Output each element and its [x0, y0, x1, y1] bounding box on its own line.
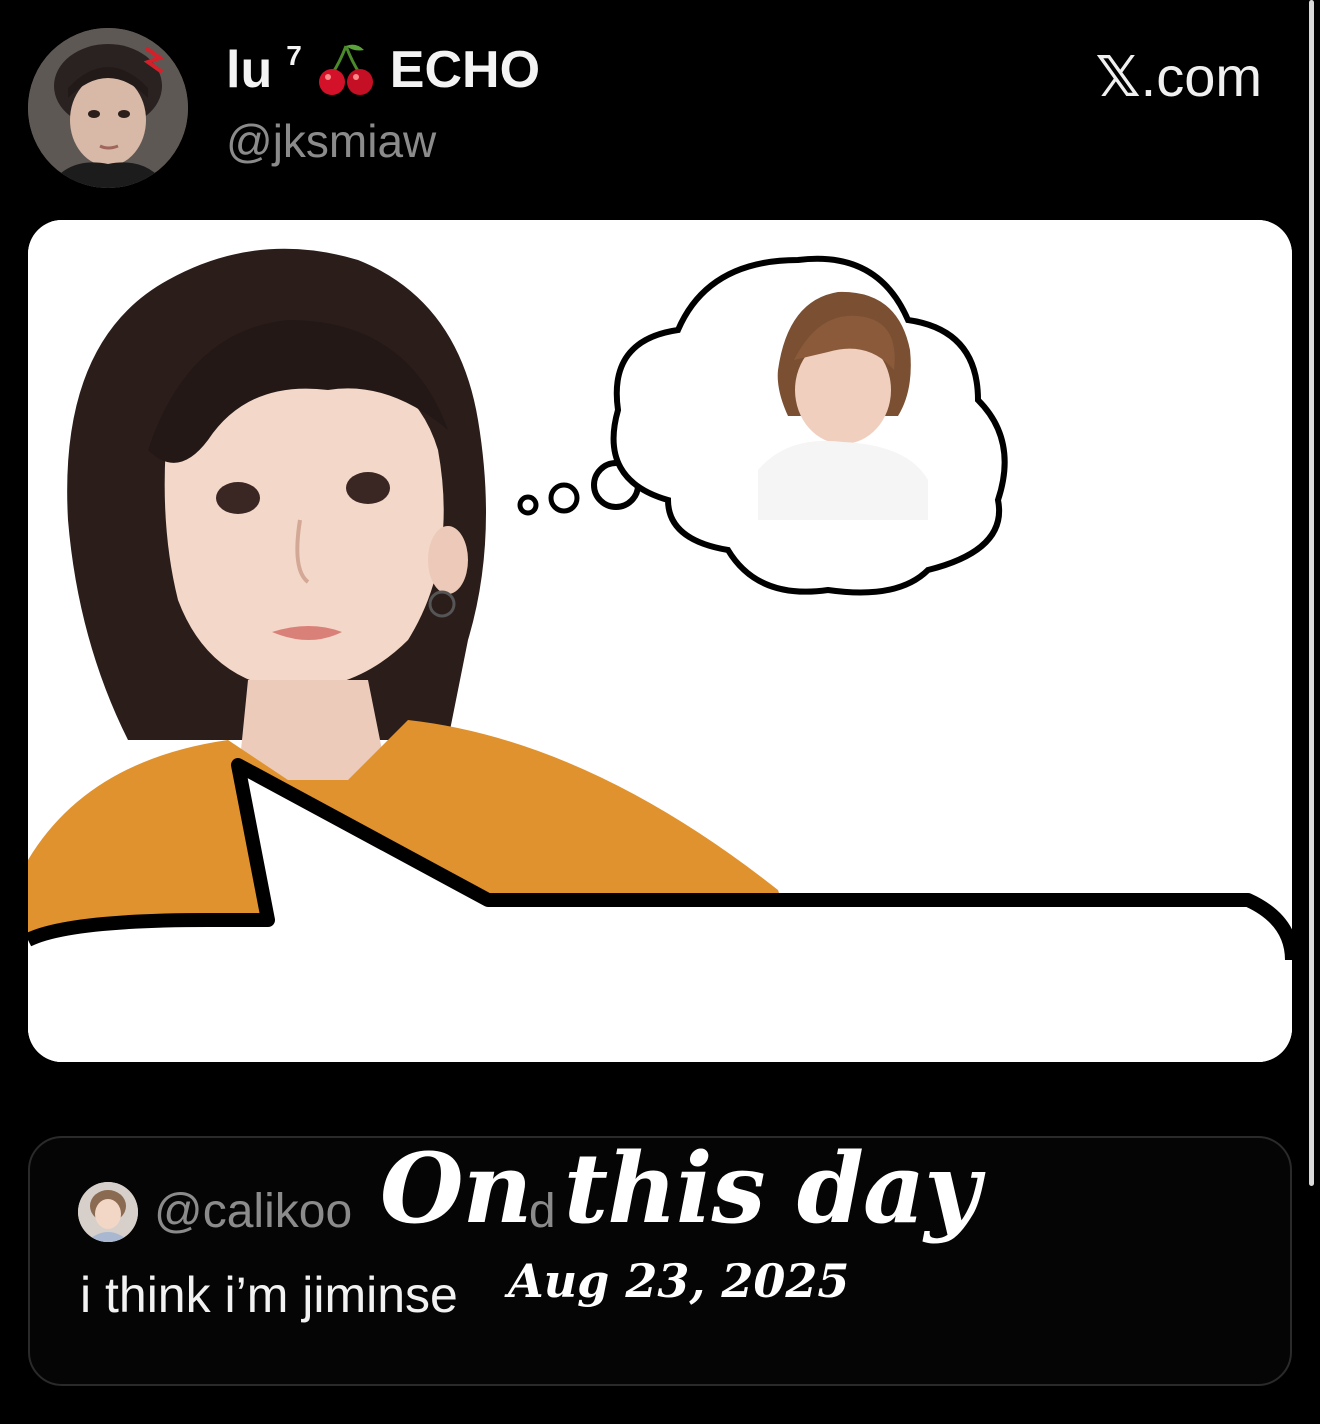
display-name-suffix: ECHO: [389, 41, 541, 99]
cherry-icon: [316, 40, 376, 100]
display-name-superscript: 7: [286, 40, 302, 71]
display-name-text: lu: [226, 41, 273, 99]
tweet-media-image[interactable]: [28, 220, 1292, 1062]
avatar[interactable]: [28, 28, 188, 188]
x-logo-icon: 𝕏: [1095, 45, 1141, 110]
site-domain: .com: [1140, 45, 1262, 108]
screenshot: lu 7 ECHO @jksmiaw 𝕏.com @calikoo d i th…: [0, 0, 1320, 1424]
site-label[interactable]: 𝕏.com: [1096, 44, 1262, 110]
user-handle[interactable]: @jksmiaw: [226, 114, 436, 168]
quoted-tweet-text: i think i’m jiminse: [80, 1267, 458, 1323]
quoted-handle-text: @calikoo: [154, 1185, 353, 1238]
on-this-day-date: Aug 23, 2025: [508, 1254, 850, 1308]
display-name[interactable]: lu 7 ECHO: [226, 40, 540, 100]
scrollbar[interactable]: [1309, 0, 1314, 1186]
on-this-day-title: On this day: [380, 1132, 980, 1245]
avatar[interactable]: [78, 1182, 138, 1242]
